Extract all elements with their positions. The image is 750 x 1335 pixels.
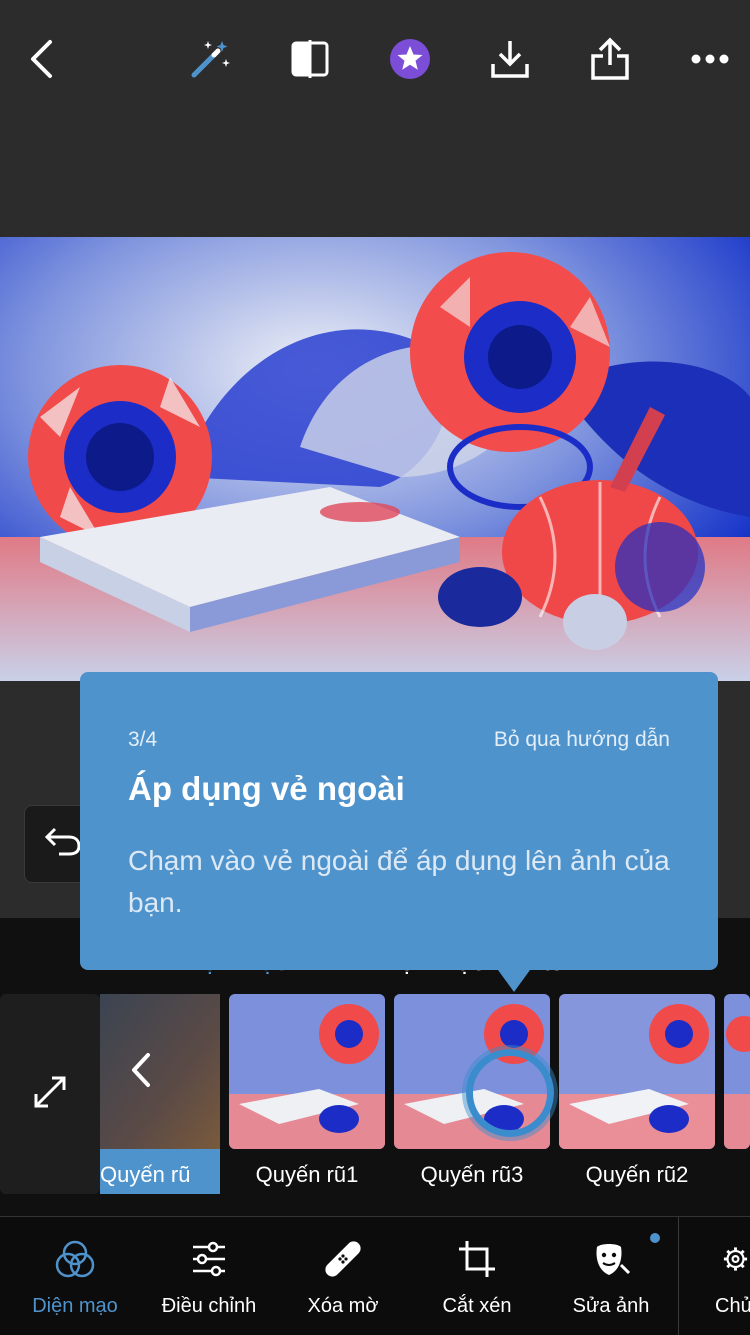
theme-label: Chủ	[715, 1295, 750, 1317]
premium-star-icon[interactable]	[387, 36, 433, 82]
new-indicator-dot	[650, 1233, 660, 1243]
chevron-left-icon	[130, 1052, 152, 1093]
adjust-label: Điều chỉnh	[161, 1295, 257, 1317]
tab-theme-tool[interactable]: Chủ	[679, 1217, 750, 1335]
category-label: Quyến rũ	[100, 1162, 191, 1187]
look-thumbnail[interactable]	[559, 994, 715, 1149]
expand-icon	[30, 1072, 70, 1117]
bottom-toolbar: Diện mạo Điều chỉnh Xóa mờ Cắt xén Sửa ả…	[0, 1216, 750, 1335]
face-retouch-icon	[544, 1239, 678, 1281]
undo-icon	[43, 826, 83, 863]
tooltip-step-counter: 3/4	[128, 728, 158, 751]
tab-adjust-tool[interactable]: Điều chỉnh	[142, 1217, 276, 1335]
look-label: Quyến rũ2	[585, 1162, 689, 1187]
retouch-label: Sửa ảnh	[572, 1295, 650, 1317]
gear-icon	[679, 1239, 750, 1281]
look-thumbnail[interactable]	[229, 994, 385, 1149]
onboarding-tooltip: 3/4 Bỏ qua hướng dẫn Áp dụng vẻ ngoài Ch…	[80, 672, 718, 992]
compare-icon[interactable]	[287, 36, 333, 82]
tooltip-title: Áp dụng vẻ ngoài	[128, 770, 405, 807]
look-label: Quyến rũ1	[255, 1162, 359, 1187]
tap-target-indicator	[466, 1049, 554, 1137]
looks-icon	[8, 1239, 142, 1281]
bandage-icon	[276, 1239, 410, 1281]
expand-button[interactable]	[0, 994, 100, 1194]
looks-label: Diện mạo	[32, 1295, 118, 1317]
tooltip-body: Chạm vào vẻ ngoài để áp dụng lên ảnh của…	[128, 845, 670, 918]
back-chevron-icon[interactable]	[18, 36, 64, 82]
skip-tutorial-link[interactable]: Bỏ qua hướng dẫn	[494, 728, 670, 752]
tab-looks-tool[interactable]: Diện mạo	[8, 1217, 142, 1335]
edited-photo	[0, 237, 750, 681]
crop-label: Cắt xén	[442, 1295, 512, 1317]
crop-icon	[410, 1239, 544, 1281]
more-icon[interactable]	[687, 36, 733, 82]
sliders-icon	[142, 1239, 276, 1281]
download-icon[interactable]	[487, 36, 533, 82]
look-label: Quyến rũ3	[420, 1162, 524, 1187]
top-toolbar	[0, 0, 750, 120]
tab-heal-tool[interactable]: Xóa mờ	[276, 1217, 410, 1335]
magic-wand-icon[interactable]	[187, 36, 233, 82]
heal-label: Xóa mờ	[307, 1295, 379, 1317]
share-icon[interactable]	[587, 36, 633, 82]
tab-retouch-tool[interactable]: Sửa ảnh	[544, 1217, 678, 1335]
tab-crop-tool[interactable]: Cắt xén	[410, 1217, 544, 1335]
category-back-thumbnail[interactable]: Quyến rũ	[100, 994, 220, 1194]
look-thumbnail[interactable]	[724, 994, 750, 1149]
